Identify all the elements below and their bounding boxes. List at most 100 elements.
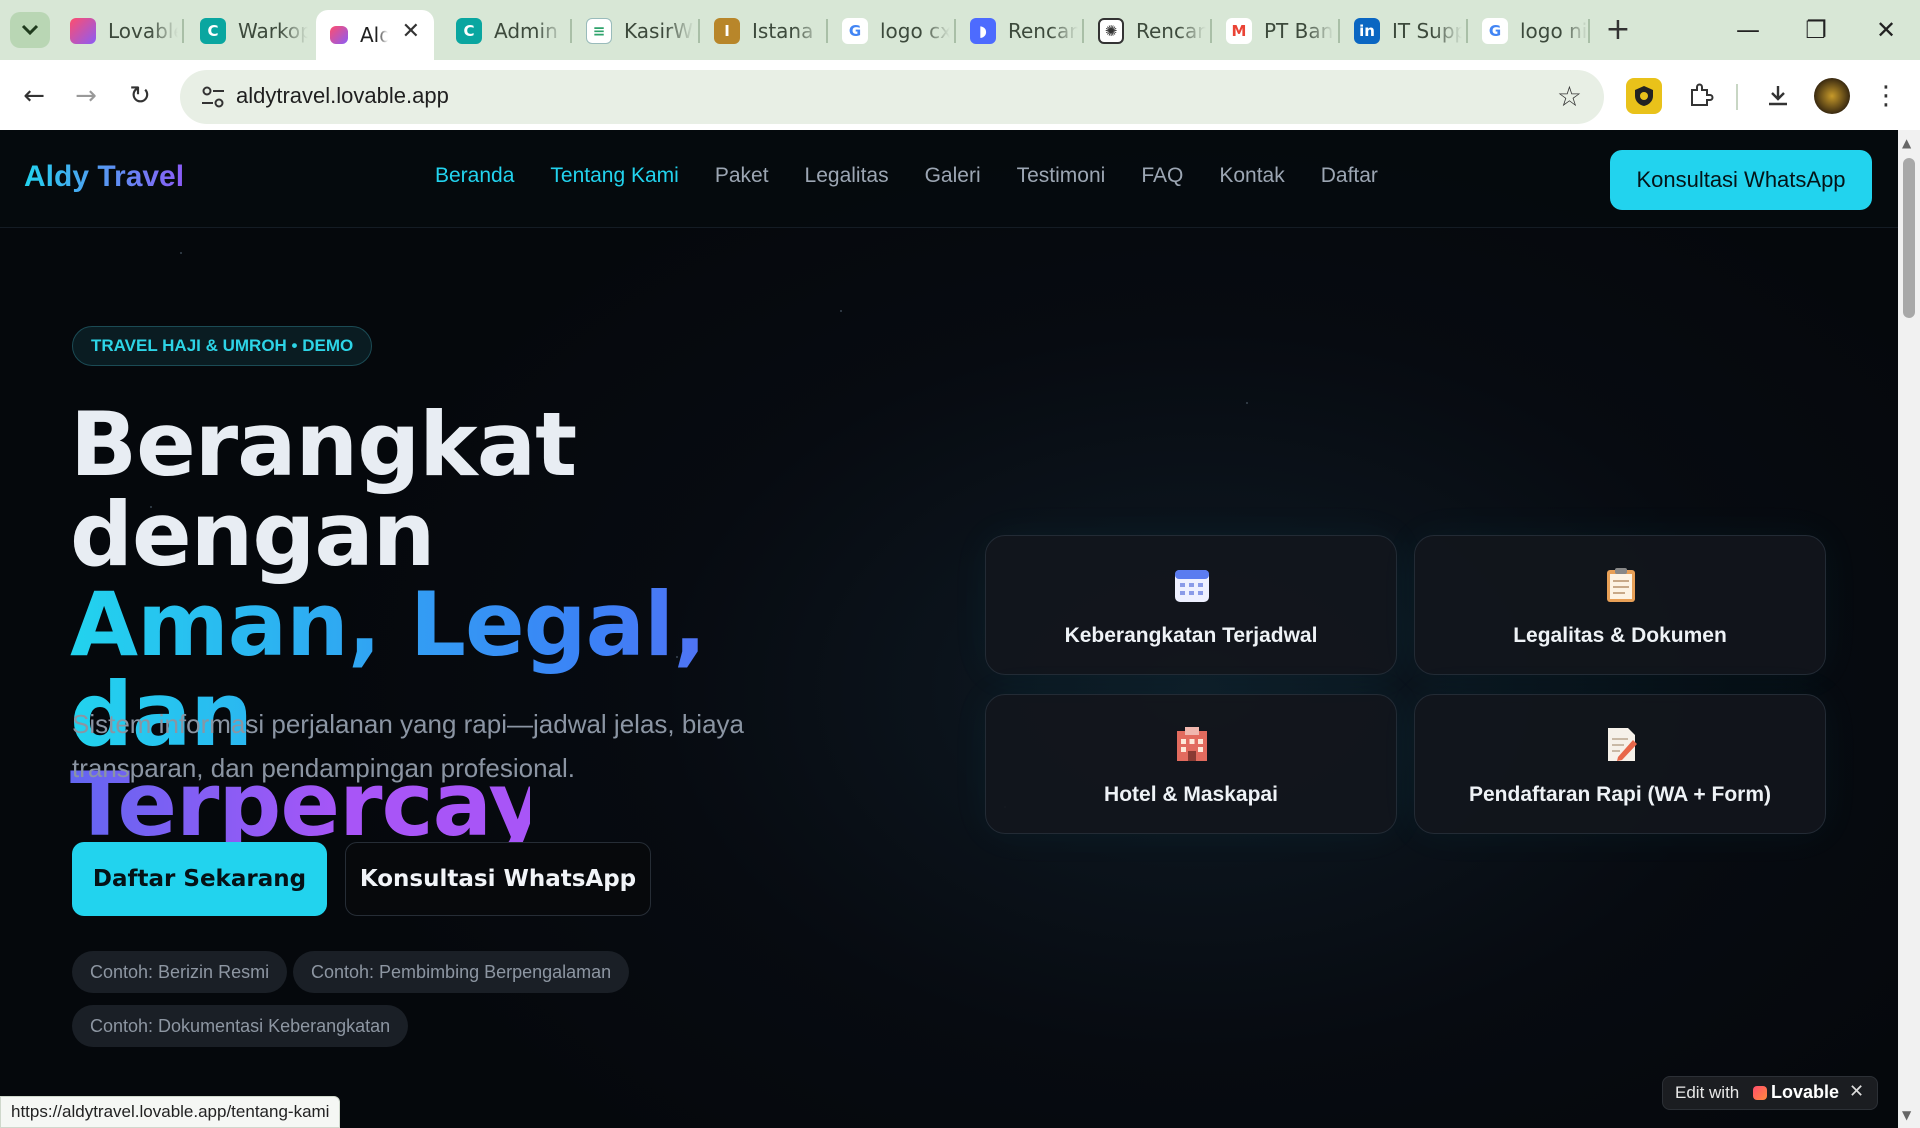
feature-label: Legalitas & Dokumen — [1513, 624, 1727, 647]
hero-subtitle: Sistem informasi perjalanan yang rapi—ja… — [72, 709, 745, 783]
main-nav: Beranda Tentang Kami Paket Legalitas Gal… — [435, 164, 1414, 188]
trust-chip: Contoh: Berizin Resmi — [72, 951, 288, 993]
restore-button[interactable]: ❐ — [1794, 10, 1838, 50]
background-star — [180, 252, 182, 254]
tab-label: IT Support — [1392, 19, 1462, 43]
tab-close-icon[interactable]: ✕ — [402, 19, 420, 44]
browser-tab[interactable]: C Admin — [442, 10, 570, 52]
forward-button[interactable]: → — [66, 76, 106, 116]
reload-icon: ↻ — [129, 81, 151, 111]
plus-icon: + — [1605, 12, 1631, 47]
nav-link-faq[interactable]: FAQ — [1141, 164, 1183, 188]
extensions-button[interactable] — [1682, 78, 1718, 114]
browser-tab[interactable]: Lovable — [56, 10, 184, 52]
browser-tab[interactable]: in IT Support — [1340, 10, 1466, 52]
new-tab-button[interactable]: + — [1600, 12, 1636, 47]
nav-link-legalitas[interactable]: Legalitas — [805, 164, 889, 188]
gmail-icon: M — [1226, 18, 1252, 44]
url-text[interactable]: aldytravel.lovable.app — [236, 83, 449, 109]
hero-title-line1: Berangkat dengan — [70, 393, 577, 586]
browser-tab[interactable]: ◗ Rencana — [956, 10, 1082, 52]
background-star — [1246, 402, 1248, 404]
back-button[interactable]: ← — [14, 76, 54, 116]
tab-label: Admin — [494, 19, 558, 43]
toolbar-divider — [1736, 84, 1738, 110]
extension-vpn-icon[interactable] — [1626, 78, 1662, 114]
close-window-button[interactable]: ✕ — [1864, 10, 1908, 50]
close-icon[interactable]: ✕ — [1849, 1081, 1864, 1102]
istana-logo-icon: I — [714, 18, 740, 44]
browser-tab[interactable]: ✺ Rencana — [1084, 10, 1210, 52]
brand-logo[interactable]: Aldy Travel — [24, 160, 184, 194]
restore-icon: ❐ — [1805, 16, 1827, 44]
feature-card: Keberangkatan Terjadwal — [985, 535, 1397, 675]
nav-link-paket[interactable]: Paket — [715, 164, 769, 188]
lovable-heart-icon — [330, 26, 348, 44]
nav-link-galeri[interactable]: Galeri — [925, 164, 981, 188]
page-scrollbar[interactable]: ▲ ▼ — [1898, 130, 1920, 1128]
browser-tab[interactable]: C Warkop — [186, 10, 314, 52]
browser-tab-active[interactable]: Aldy Travel ✕ — [316, 10, 434, 60]
nav-link-kontak[interactable]: Kontak — [1219, 164, 1284, 188]
browser-tab[interactable]: G logo cx — [828, 10, 954, 52]
edit-with-lovable-badge[interactable]: Edit with Lovable ✕ — [1662, 1076, 1878, 1110]
minimize-button[interactable]: — — [1726, 10, 1770, 50]
feature-card: Hotel & Maskapai — [985, 694, 1397, 834]
lovable-badge-brand: Lovable — [1771, 1082, 1840, 1102]
profile-avatar[interactable] — [1814, 78, 1850, 114]
browser-menu-button[interactable]: ⋮ — [1868, 78, 1904, 114]
scrollbar-thumb[interactable] — [1903, 158, 1915, 318]
clipboard-icon — [1607, 568, 1635, 602]
minimize-icon: — — [1736, 16, 1760, 44]
browser-tab[interactable]: ≡ KasirWarkop — [572, 10, 698, 52]
bookmark-star-icon[interactable]: ☆ — [1557, 80, 1582, 113]
chevron-down-icon — [21, 24, 39, 36]
tab-label: logo cx — [880, 19, 950, 43]
nav-link-tentang-kami[interactable]: Tentang Kami — [550, 164, 678, 188]
tab-label: Warkop — [238, 19, 308, 43]
site-header: Aldy Travel Beranda Tentang Kami Paket L… — [0, 130, 1898, 228]
tab-label: Lovable — [108, 19, 178, 43]
browser-tab-bar: Lovable C Warkop Aldy Travel ✕ C Admin ≡… — [0, 0, 1920, 60]
nav-link-daftar[interactable]: Daftar — [1321, 164, 1378, 188]
site-info-icon[interactable] — [198, 82, 228, 112]
feature-label: Hotel & Maskapai — [1104, 783, 1278, 806]
tab-label: KasirWarkop — [624, 19, 694, 43]
document-icon: ≡ — [586, 18, 612, 44]
whatsapp-consult-button[interactable]: Konsultasi WhatsApp — [1610, 150, 1872, 210]
scroll-down-icon[interactable]: ▼ — [1902, 1108, 1911, 1122]
more-vertical-icon: ⋮ — [1873, 81, 1899, 111]
nav-link-testimoni[interactable]: Testimoni — [1017, 164, 1106, 188]
google-icon: G — [1482, 18, 1508, 44]
tab-label: Istana Pos — [752, 19, 822, 43]
downloads-button[interactable] — [1760, 78, 1796, 114]
codeium-icon: C — [200, 18, 226, 44]
link-preview-status: https://aldytravel.lovable.app/tentang-k… — [0, 1096, 341, 1128]
browser-toolbar: ← → ↻ aldytravel.lovable.app ☆ ⋮ — [0, 60, 1920, 130]
tab-search-button[interactable] — [10, 12, 50, 48]
lovable-heart-icon — [1753, 1086, 1767, 1100]
tab-label: logo ni — [1520, 19, 1588, 43]
tab-label: Aldy Travel — [360, 23, 388, 47]
hotel-icon — [1177, 727, 1207, 761]
reload-button[interactable]: ↻ — [120, 76, 160, 116]
address-bar[interactable]: aldytravel.lovable.app ☆ — [180, 70, 1604, 124]
background-star — [840, 310, 842, 312]
tab-label: Rencana — [1136, 19, 1206, 43]
whatsapp-secondary-button[interactable]: Konsultasi WhatsApp — [345, 842, 651, 916]
browser-tab[interactable]: M PT Bank — [1212, 10, 1338, 52]
puzzle-icon — [1691, 83, 1714, 106]
google-icon: G — [842, 18, 868, 44]
memo-icon — [1608, 728, 1637, 761]
browser-tab[interactable]: I Istana Pos — [700, 10, 826, 52]
tab-separator — [182, 19, 184, 43]
register-now-button[interactable]: Daftar Sekarang — [72, 842, 327, 916]
lovable-badge-text: Edit with — [1675, 1083, 1740, 1102]
tab-separator — [1588, 19, 1590, 43]
trust-chip: Contoh: Dokumentasi Keberangkatan — [72, 1005, 409, 1047]
lovable-heart-icon — [70, 18, 96, 44]
scroll-up-icon[interactable]: ▲ — [1902, 136, 1911, 150]
arrow-left-icon: ← — [23, 81, 45, 111]
browser-tab[interactable]: G logo ni — [1468, 10, 1588, 52]
nav-link-beranda[interactable]: Beranda — [435, 164, 514, 188]
